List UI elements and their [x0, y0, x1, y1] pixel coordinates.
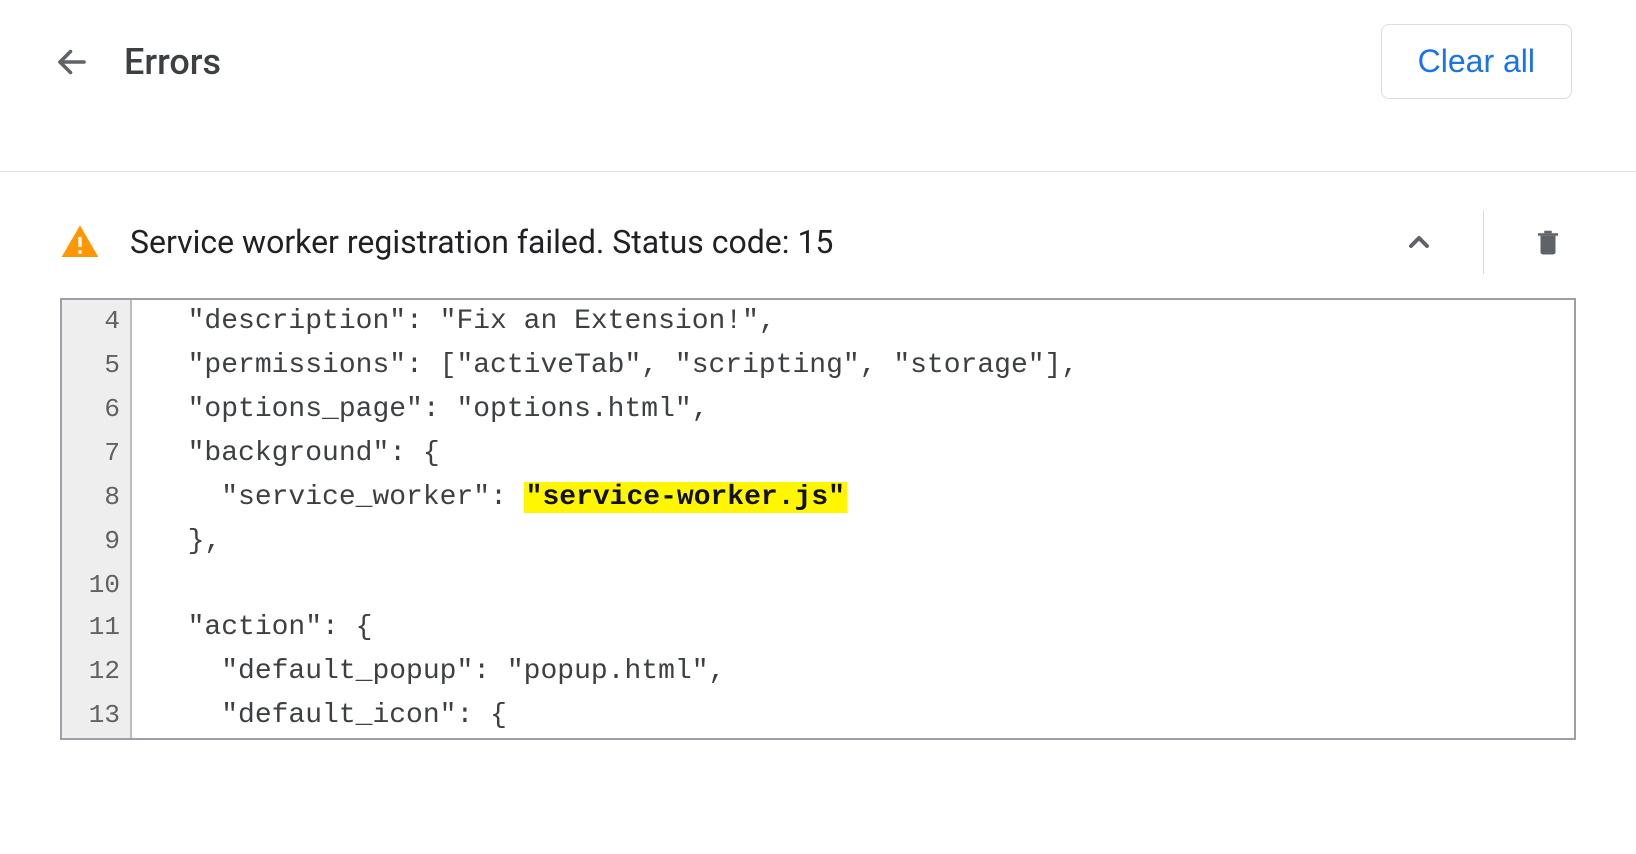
trash-icon: [1533, 227, 1563, 257]
code-content: "description": "Fix an Extension!",: [132, 300, 776, 344]
code-content: "permissions": ["activeTab", "scripting"…: [132, 344, 1078, 388]
code-line: 4 "description": "Fix an Extension!",: [62, 300, 1574, 344]
code-content: "background": {: [132, 432, 440, 476]
line-number: 9: [62, 520, 132, 564]
page-header: Errors Clear all: [0, 0, 1636, 123]
back-button[interactable]: [48, 38, 96, 86]
page-title: Errors: [124, 41, 1381, 83]
code-content: "options_page": "options.html",: [132, 388, 709, 432]
line-number: 5: [62, 344, 132, 388]
code-line: 11 "action": {: [62, 606, 1574, 650]
line-number: 13: [62, 694, 132, 738]
code-line: 10: [62, 564, 1574, 606]
line-number: 7: [62, 432, 132, 476]
code-line: 9 },: [62, 520, 1574, 564]
warning-icon: [60, 222, 100, 262]
chevron-up-icon: [1403, 226, 1435, 258]
line-number: 11: [62, 606, 132, 650]
code-snippet: 4 "description": "Fix an Extension!",5 "…: [60, 298, 1576, 740]
header-divider: [0, 171, 1636, 172]
error-card: Service worker registration failed. Stat…: [60, 202, 1576, 740]
highlighted-token: "service-worker.js": [524, 482, 847, 513]
code-line: 7 "background": {: [62, 432, 1574, 476]
code-content: "action": {: [132, 606, 372, 650]
code-content: "service_worker": "service-worker.js": [132, 476, 847, 520]
vertical-divider: [1483, 210, 1484, 274]
line-number: 6: [62, 388, 132, 432]
error-header: Service worker registration failed. Stat…: [60, 202, 1576, 298]
code-content: },: [132, 520, 221, 564]
line-number: 12: [62, 650, 132, 694]
clear-all-button[interactable]: Clear all: [1381, 24, 1572, 99]
code-line: 6 "options_page": "options.html",: [62, 388, 1574, 432]
code-line: 8 "service_worker": "service-worker.js": [62, 476, 1574, 520]
collapse-button[interactable]: [1391, 214, 1447, 270]
line-number: 8: [62, 476, 132, 520]
line-number: 4: [62, 300, 132, 344]
error-title: Service worker registration failed. Stat…: [130, 223, 1391, 261]
delete-error-button[interactable]: [1520, 214, 1576, 270]
code-line: 13 "default_icon": {: [62, 694, 1574, 738]
arrow-left-icon: [54, 44, 90, 80]
code-content: [132, 564, 154, 606]
code-line: 5 "permissions": ["activeTab", "scriptin…: [62, 344, 1574, 388]
line-number: 10: [62, 564, 132, 606]
code-content: "default_popup": "popup.html",: [132, 650, 725, 694]
code-content: "default_icon": {: [132, 694, 507, 738]
code-line: 12 "default_popup": "popup.html",: [62, 650, 1574, 694]
